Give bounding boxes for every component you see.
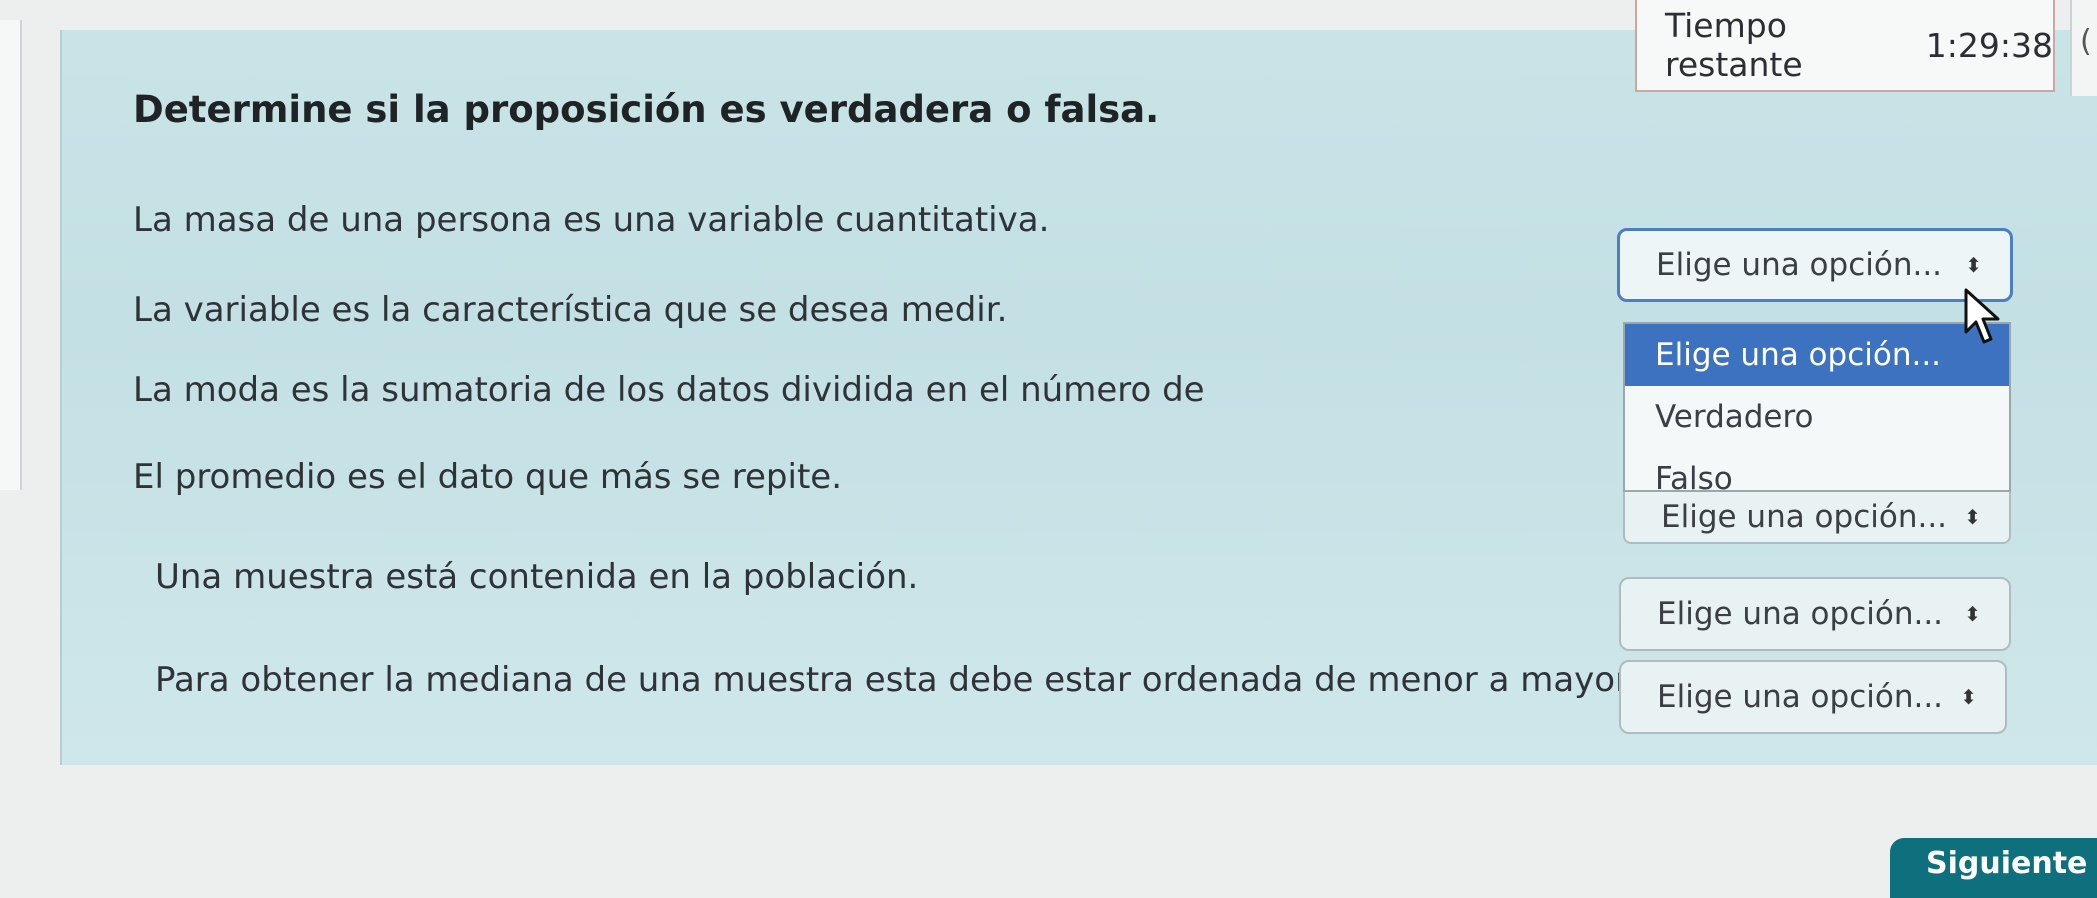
statement-4: El promedio es el dato que más se repite… xyxy=(133,457,843,497)
left-edge-strip xyxy=(0,20,22,490)
answer-dropdown-menu: Elige una opción... Verdadero Falso xyxy=(1623,322,2011,497)
answer-select-1[interactable]: Elige una opción... ⬍ xyxy=(1617,228,2013,302)
dropdown-option-placeholder[interactable]: Elige una opción... xyxy=(1625,324,2009,386)
answer-select-5[interactable]: Elige una opción... ⬍ xyxy=(1619,577,2011,651)
side-tab[interactable]: ( xyxy=(2070,0,2097,96)
dropdown-option-verdadero[interactable]: Verdadero xyxy=(1625,386,2009,448)
statement-5: Una muestra está contenida en la poblaci… xyxy=(155,557,919,597)
statement-3: La moda es la sumatoria de los datos div… xyxy=(133,370,1205,410)
select-1-value: Elige una opción... xyxy=(1656,247,1943,283)
timer-label: Tiempo restante xyxy=(1665,6,1803,84)
next-button[interactable]: Siguiente xyxy=(1890,838,2097,898)
statement-1: La masa de una persona es una variable c… xyxy=(133,200,1050,240)
side-tab-glyph: ( xyxy=(2080,24,2092,59)
time-remaining: Tiempo restante 1:29:38 xyxy=(1635,0,2055,92)
select-5-value: Elige una opción... xyxy=(1657,596,1944,632)
select-arrows-icon: ⬍ xyxy=(1964,505,1981,529)
select-arrows-icon: ⬍ xyxy=(1960,685,1977,709)
select-6-value: Elige una opción... xyxy=(1657,679,1944,715)
statement-2: La variable es la característica que se … xyxy=(133,290,1008,330)
answer-select-6[interactable]: Elige una opción... ⬍ xyxy=(1619,660,2007,734)
statement-6: Para obtener la mediana de una muestra e… xyxy=(155,660,1630,700)
question-title: Determine si la proposición es verdadera… xyxy=(133,88,1160,131)
answer-select-4[interactable]: Elige una opción... ⬍ xyxy=(1623,492,2011,544)
select-4-value: Elige una opción... xyxy=(1661,499,1948,535)
mouse-pointer-icon xyxy=(1964,288,2000,344)
timer-value: 1:29:38 xyxy=(1925,25,2053,65)
select-arrows-icon: ⬍ xyxy=(1965,253,1982,277)
select-arrows-icon: ⬍ xyxy=(1964,602,1981,626)
